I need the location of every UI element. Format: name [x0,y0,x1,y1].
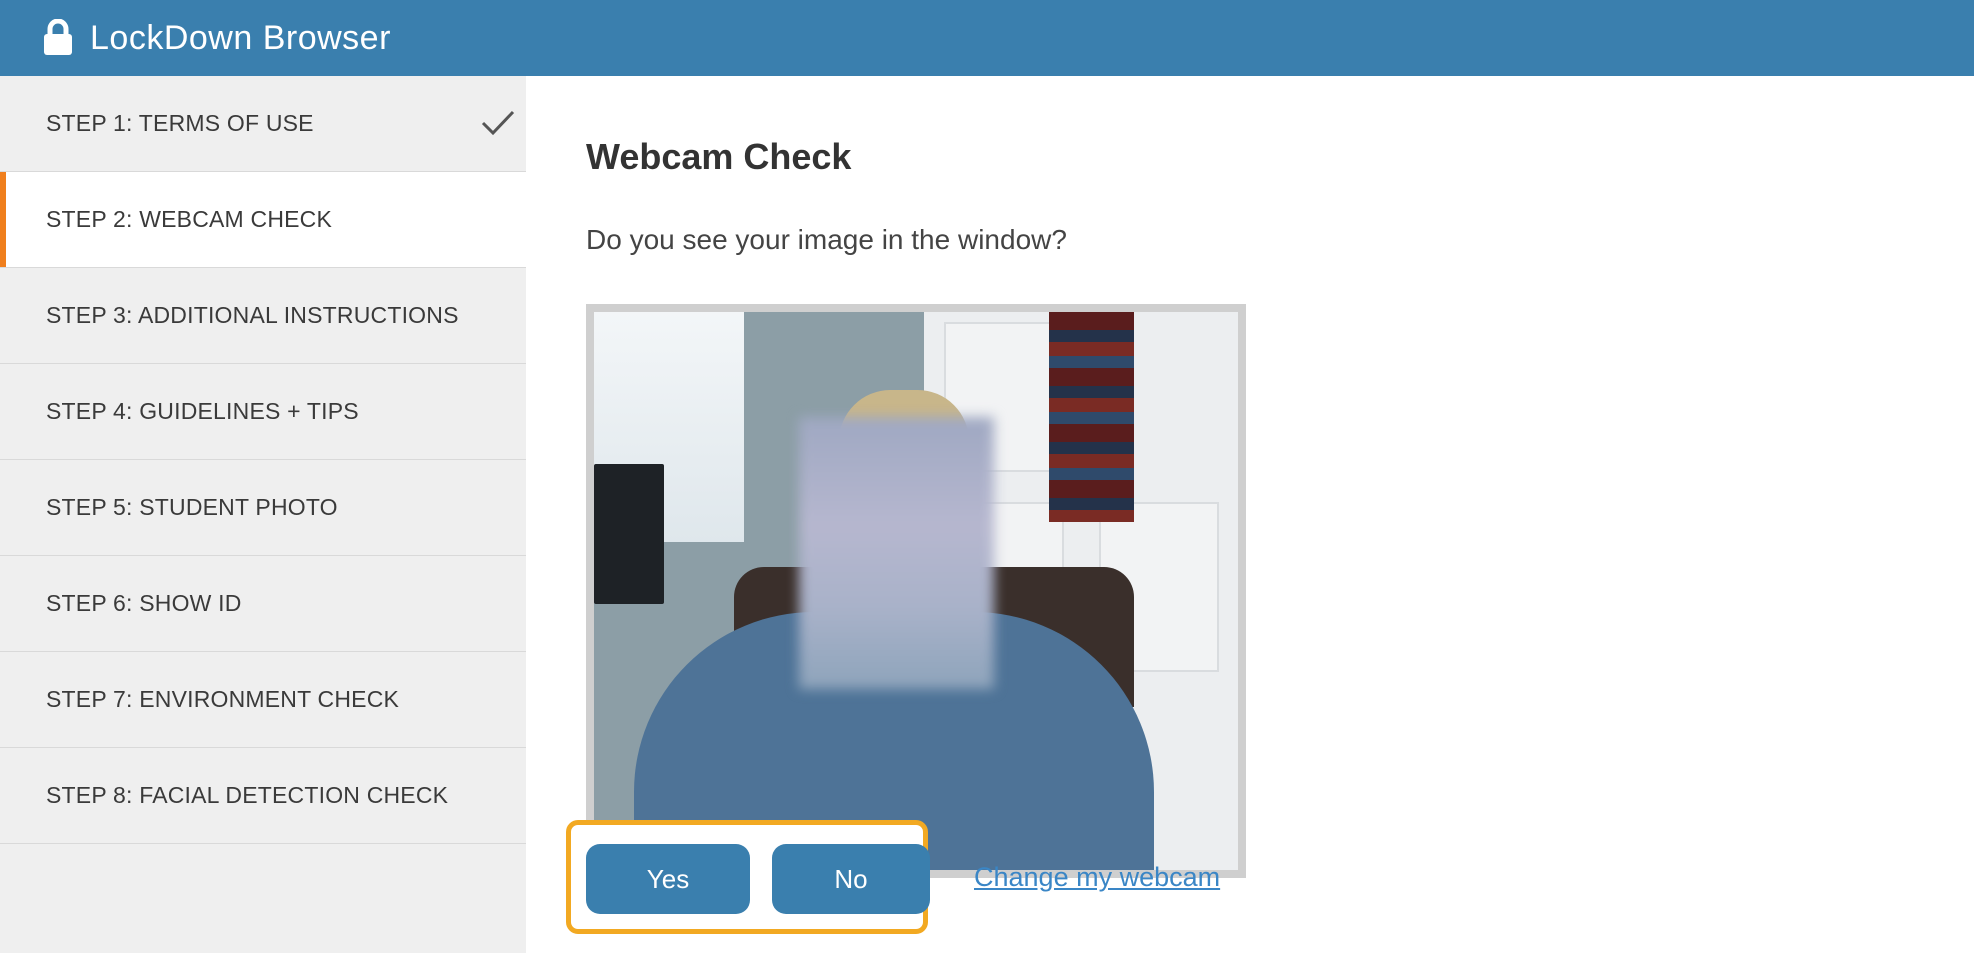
change-webcam-link[interactable]: Change my webcam [974,862,1220,893]
webcam-question: Do you see your image in the window? [586,224,1067,255]
step-label: STEP 8: FACIAL DETECTION CHECK [46,782,449,808]
step-label: STEP 1: TERMS OF USE [46,110,314,136]
step-label: STEP 4: GUIDELINES + TIPS [46,398,359,424]
main-content: Webcam Check Do you see your image in th… [526,76,1974,953]
webcam-feed-image [594,312,1238,870]
step-terms-of-use[interactable]: STEP 1: TERMS OF USE [0,76,526,172]
yes-button[interactable]: Yes [586,844,750,914]
page-title: Webcam Check [586,136,852,177]
step-guidelines-tips[interactable]: STEP 4: GUIDELINES + TIPS [0,364,526,460]
checkmark-icon [480,108,516,138]
step-label: STEP 7: ENVIRONMENT CHECK [46,686,400,712]
app-title: LockDown Browser [90,18,391,57]
step-student-photo[interactable]: STEP 5: STUDENT PHOTO [0,460,526,556]
step-label: STEP 2: WEBCAM CHECK [46,206,333,232]
no-button[interactable]: No [772,844,930,914]
blurred-face [799,417,994,689]
step-additional-instructions[interactable]: STEP 3: ADDITIONAL INSTRUCTIONS [0,268,526,364]
step-webcam-check[interactable]: STEP 2: WEBCAM CHECK [0,172,526,268]
step-environment-check[interactable]: STEP 7: ENVIRONMENT CHECK [0,652,526,748]
step-label: STEP 6: SHOW ID [46,590,242,616]
webcam-preview [586,304,1246,878]
step-label: STEP 5: STUDENT PHOTO [46,494,338,520]
lock-icon [42,19,74,57]
step-label: STEP 3: ADDITIONAL INSTRUCTIONS [46,302,459,328]
title-bar: LockDown Browser [0,0,1974,76]
steps-sidebar: STEP 1: TERMS OF USE STEP 2: WEBCAM CHEC… [0,76,526,953]
step-facial-detection-check[interactable]: STEP 8: FACIAL DETECTION CHECK [0,748,526,844]
step-show-id[interactable]: STEP 6: SHOW ID [0,556,526,652]
